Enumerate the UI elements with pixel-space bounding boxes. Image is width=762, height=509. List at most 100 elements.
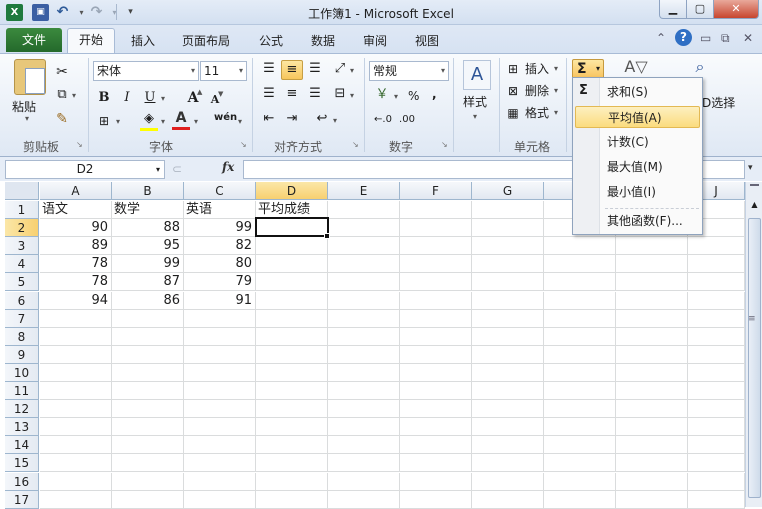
- middle-align-icon[interactable]: ≡: [281, 60, 303, 80]
- bold-button[interactable]: B: [95, 89, 113, 107]
- delete-cells-icon[interactable]: ⊠: [505, 82, 521, 100]
- format-cells-icon[interactable]: ▦: [505, 104, 521, 122]
- row-header[interactable]: 13: [5, 418, 39, 437]
- cell[interactable]: [688, 472, 745, 491]
- menu-item-count[interactable]: 计数(C): [575, 131, 700, 153]
- scroll-thumb[interactable]: [748, 218, 761, 498]
- comma-style-button[interactable]: ,: [432, 85, 437, 103]
- format-cells-dropdown-icon[interactable]: ▾: [554, 108, 558, 117]
- accounting-dropdown-icon[interactable]: ▾: [394, 92, 398, 101]
- cell[interactable]: [184, 345, 256, 364]
- font-color-icon[interactable]: A: [172, 109, 190, 130]
- font-color-dropdown-icon[interactable]: ▾: [194, 117, 198, 126]
- menu-item-min[interactable]: 最小值(I): [575, 181, 700, 203]
- row-header[interactable]: 1: [5, 201, 39, 219]
- cell[interactable]: [328, 273, 400, 292]
- cell[interactable]: [472, 382, 544, 400]
- cell[interactable]: [400, 345, 472, 364]
- row-header[interactable]: 16: [5, 472, 39, 491]
- header-cell[interactable]: 数学: [112, 201, 184, 219]
- workbook-close-icon[interactable]: ✕: [743, 31, 753, 45]
- row-header[interactable]: 9: [5, 345, 39, 364]
- align-left-icon[interactable]: ☰: [259, 85, 279, 103]
- cell[interactable]: [112, 490, 184, 509]
- cell[interactable]: [688, 418, 745, 437]
- cell[interactable]: [112, 400, 184, 419]
- cell[interactable]: [112, 363, 184, 382]
- cell[interactable]: [472, 472, 544, 491]
- copy-icon[interactable]: ⧉: [54, 86, 70, 104]
- insert-cells-label[interactable]: 插入: [525, 60, 549, 78]
- row-header[interactable]: 5: [5, 273, 39, 292]
- number-cell[interactable]: 91: [184, 291, 256, 310]
- number-format-select[interactable]: 常规 ▾: [369, 61, 449, 81]
- cell[interactable]: [472, 363, 544, 382]
- column-header[interactable]: C: [184, 182, 256, 200]
- cell[interactable]: [400, 436, 472, 455]
- cell[interactable]: [544, 327, 616, 346]
- tab-page-layout[interactable]: 页面布局: [182, 31, 230, 51]
- menu-item-average[interactable]: 平均值(A): [575, 106, 700, 128]
- cell[interactable]: [544, 400, 616, 419]
- cell[interactable]: [328, 382, 400, 400]
- expand-formula-bar-icon[interactable]: ▾: [748, 163, 753, 173]
- tab-file[interactable]: 文件: [6, 28, 62, 52]
- cell[interactable]: [688, 309, 745, 328]
- number-cell[interactable]: 99: [112, 255, 184, 274]
- cell[interactable]: [688, 327, 745, 346]
- cell[interactable]: [544, 255, 616, 274]
- number-cell[interactable]: 87: [112, 273, 184, 292]
- cell[interactable]: [688, 400, 745, 419]
- cell[interactable]: [184, 436, 256, 455]
- insert-cells-icon[interactable]: ⊞: [505, 60, 521, 78]
- cell[interactable]: [40, 436, 112, 455]
- number-cell[interactable]: 79: [184, 273, 256, 292]
- merge-dropdown-icon[interactable]: ▾: [350, 91, 354, 100]
- header-cell[interactable]: 语文: [40, 201, 112, 219]
- cell[interactable]: [40, 309, 112, 328]
- top-align-icon[interactable]: ☰: [259, 60, 279, 78]
- underline-dropdown-icon[interactable]: ▾: [161, 94, 165, 103]
- cell[interactable]: [328, 418, 400, 437]
- cell[interactable]: [328, 436, 400, 455]
- cell[interactable]: [184, 400, 256, 419]
- cell[interactable]: [544, 291, 616, 310]
- cell[interactable]: [544, 472, 616, 491]
- percent-style-button[interactable]: %: [408, 87, 419, 105]
- cell[interactable]: [616, 255, 688, 274]
- number-cell[interactable]: 78: [40, 273, 112, 292]
- cell[interactable]: [688, 382, 745, 400]
- cell[interactable]: [184, 309, 256, 328]
- font-launcher-icon[interactable]: ↘: [240, 140, 247, 149]
- cell[interactable]: [688, 345, 745, 364]
- menu-item-more-functions[interactable]: 其他函数(F)...: [575, 210, 700, 232]
- cell[interactable]: [112, 472, 184, 491]
- cell[interactable]: [544, 273, 616, 292]
- row-header[interactable]: 3: [5, 237, 39, 256]
- fill-color-dropdown-icon[interactable]: ▾: [161, 117, 165, 126]
- bottom-align-icon[interactable]: ☰: [305, 60, 325, 78]
- autosum-button[interactable]: Σ ▾: [572, 59, 604, 79]
- cell[interactable]: [400, 400, 472, 419]
- cell[interactable]: [472, 436, 544, 455]
- fill-handle[interactable]: [324, 233, 330, 239]
- cell[interactable]: [328, 454, 400, 473]
- cell[interactable]: [328, 490, 400, 509]
- cell[interactable]: [328, 345, 400, 364]
- paste-button-label[interactable]: 粘贴: [12, 98, 36, 115]
- tab-home[interactable]: 开始: [67, 28, 115, 53]
- cell[interactable]: [472, 273, 544, 292]
- cell[interactable]: [400, 454, 472, 473]
- tab-data[interactable]: 数据: [311, 31, 335, 51]
- format-cells-label[interactable]: 格式: [525, 104, 549, 122]
- cell[interactable]: [112, 382, 184, 400]
- cell[interactable]: [544, 309, 616, 328]
- row-header[interactable]: 7: [5, 309, 39, 328]
- cell[interactable]: [544, 454, 616, 473]
- cell[interactable]: [184, 363, 256, 382]
- cell[interactable]: [256, 454, 328, 473]
- cell[interactable]: [40, 418, 112, 437]
- row-header[interactable]: 14: [5, 436, 39, 455]
- minimize-button[interactable]: ▁: [659, 0, 687, 19]
- cell[interactable]: [184, 382, 256, 400]
